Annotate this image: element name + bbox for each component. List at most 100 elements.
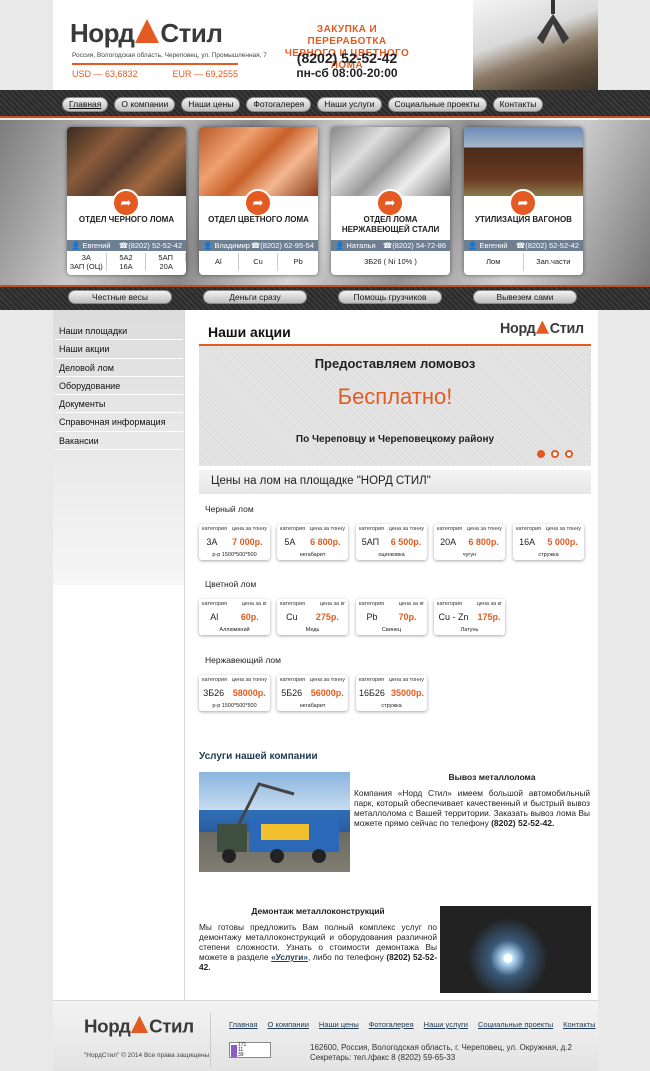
nav-item-1[interactable]: О компании [114,97,176,112]
contact-phone[interactable]: (8202) 52-52-42 [525,241,579,250]
user-icon: 👤 [203,241,213,250]
price-note: Медь [305,627,320,633]
category-label: Al [199,253,239,271]
benefit-button[interactable]: Деньги сразу [203,290,307,304]
footer-link[interactable]: Социальные проекты [478,1020,553,1029]
header-price: цена за тонну [388,677,424,683]
price-value: 7 000р. [232,537,263,547]
category-label: 5АП [146,253,186,262]
promo-slider[interactable]: Предоставляем ломовоз Бесплатно! По Чере… [199,346,591,466]
price-card-header: категория цена за тонну [280,677,345,683]
department-image [67,127,186,196]
price-category: 3А [206,537,218,547]
price-note: р-р 1500*500*500 [212,703,257,709]
slider-dot-2[interactable] [551,450,559,458]
footer-logo-left: Норд [84,1015,131,1037]
counter-value-3: 39 [238,1052,244,1058]
open-icon[interactable]: ➦ [244,189,272,217]
benefit-button[interactable]: Вывезем сами [473,290,577,304]
logo-text-right: Стил [160,18,223,48]
price-category: Cu [286,612,298,622]
price-card: категория цена за тонну 16Б26 35000р. стружк… [356,675,427,711]
scrap-truck-image [199,772,350,872]
sidebar-item[interactable]: Документы [55,395,183,414]
price-card: категория цена за тонну 16А 5 000р. стружка [513,524,584,560]
department-card[interactable]: ➦ ОТДЕЛ ЛОМА НЕРЖАВЕЮЩЕЙ СТАЛИ 👤 Наталья ☎(8… [331,127,450,275]
open-icon[interactable]: ➦ [376,189,404,217]
department-card[interactable]: ➦ ОТДЕЛ ЧЕРНОГО ЛОМА 👤 Евгений ☎(8202) 52-52… [67,127,186,275]
footer-link[interactable]: Наши цены [319,1020,359,1029]
sidebar-item[interactable]: Справочная информация [55,413,183,432]
price-value: 35000р. [390,688,424,698]
header-price: цена за кг [476,601,502,607]
page-title: Наши акции [208,324,291,340]
sidebar-item[interactable]: Деловой лом [55,359,183,377]
footer-logo-inner: Норд Стил [84,1015,194,1037]
removal-text-body: Компания «Норд Стил» имеем большой автом… [354,788,590,828]
logo-text-left: Норд [70,18,135,48]
copyright: "НордСтил" © 2014 Все права защищены [84,1052,210,1059]
footer-link[interactable]: Фотогалерея [369,1020,414,1029]
header-category: категория [202,677,228,683]
sidebar-item[interactable]: Вакансии [55,432,183,451]
sidebar-item[interactable]: Наши площадки [55,322,183,341]
site-logo[interactable]: Норд Стил [70,18,223,48]
sidebar-item[interactable]: Оборудование [55,377,183,396]
truck-drawing [217,782,339,863]
price-note: Свинец [381,627,402,633]
price-card-header: категория цена за тонну [437,526,502,532]
price-card-header: категория цена за тонну [359,526,424,532]
footer-logo-right: Стил [149,1015,194,1037]
currency-rates: USD — 63,6832 EUR — 69,2555 [72,63,238,79]
user-icon: 👤 [335,241,345,250]
contact-phone[interactable]: (8202) 52-52-42 [128,241,182,250]
nav-item-2[interactable]: Наши цены [181,97,241,112]
department-title: ОТДЕЛ ЦВЕТНОГО ЛОМА [208,215,309,224]
department-image [331,127,450,196]
services-link[interactable]: «Услуги» [271,952,308,962]
removal-title: Вывоз металлолома [448,772,536,782]
sidebar-item[interactable]: Наши акции [55,340,183,359]
contact-phone[interactable]: (8202) 54-72-86 [392,241,446,250]
nav-item-0[interactable]: Главная [62,97,109,112]
slogan-line-1: ЗАКУПКА И ПЕРЕРАБОТКА [307,24,387,47]
price-note: оцинковка [378,552,405,558]
department-card[interactable]: ➦ ОТДЕЛ ЦВЕТНОГО ЛОМА 👤 Владимир ☎(8202) 62-… [199,127,318,275]
open-icon[interactable]: ➦ [112,189,140,217]
removal-phone[interactable]: (8202) 52-52-42. [491,818,554,828]
price-card: категория цена за тонну 20А 6 800р. чугун [434,524,505,560]
user-icon: 👤 [71,241,81,250]
category-label: 3Б26 ( Ni 10% ) [364,257,417,266]
price-note: негабарит [299,552,326,558]
phone-icon: ☎ [118,241,129,250]
nav-item-5[interactable]: Социальные проекты [387,97,487,112]
category-label: 3А [67,253,107,262]
category-label: Лом [464,253,524,271]
header-hours: пн-сб 08:00-20:00 [296,66,398,80]
footer-link[interactable]: О компании [268,1020,309,1029]
slider-dot-1[interactable] [537,450,545,458]
nav-item-4[interactable]: Наши услуги [317,97,382,112]
slider-dot-3[interactable] [565,450,573,458]
nav-item-3[interactable]: Фотогалерея [246,97,312,112]
visit-counter[interactable]: 171 11 39 [229,1042,271,1058]
benefit-button[interactable]: Честные весы [68,290,172,304]
department-categories: 3Б26 ( Ni 10% ) [331,253,450,271]
open-icon[interactable]: ➦ [509,189,537,217]
price-category: 20А [440,537,457,547]
nav-item-6[interactable]: Контакты [492,97,544,112]
price-row: 3Б26 58000р. [199,687,270,699]
header-phone[interactable]: (8202) 52-52-42 [277,50,417,66]
department-title: ОТДЕЛ ЧЕРНОГО ЛОМА [78,215,175,224]
department-image [199,127,318,196]
footer-link[interactable]: Главная [229,1020,258,1029]
price-card-header: категория цена за кг [359,601,424,607]
category-label: Cu [239,253,279,271]
footer-link[interactable]: Контакты [563,1020,595,1029]
footer-link[interactable]: Наши услуги [424,1020,468,1029]
price-category: Cu - Zn [438,612,469,622]
contact-phone[interactable]: (8202) 62-95-54 [260,241,314,250]
footer-logo[interactable]: Норд Стил [84,1015,194,1037]
benefit-button[interactable]: Помощь грузчиков [338,290,442,304]
department-card[interactable]: ➦ УТИЛИЗАЦИЯ ВАГОНОВ 👤 Евгений ☎(8202) 52-52… [464,127,583,275]
